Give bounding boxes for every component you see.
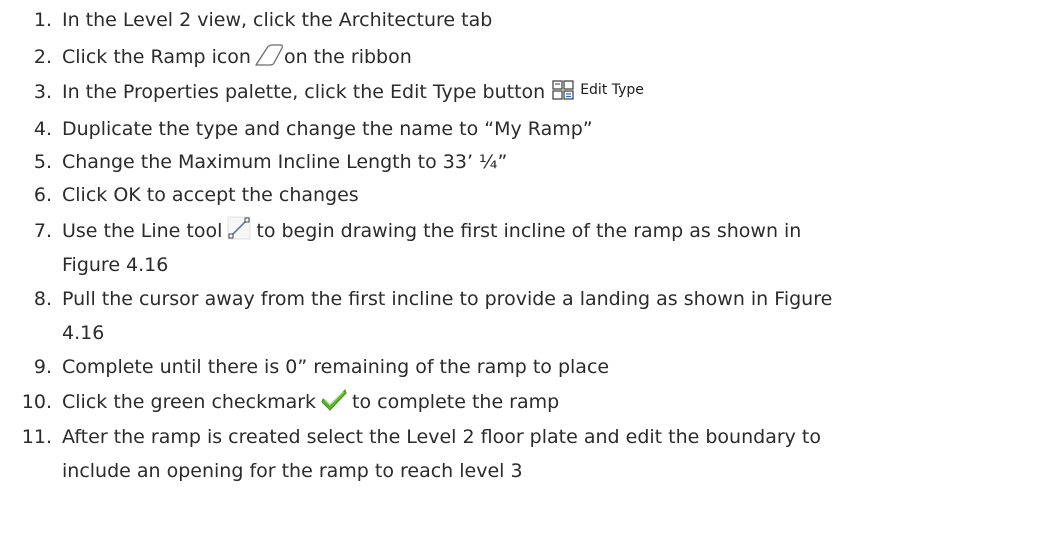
step-content: After the ramp is created select the Lev… — [62, 420, 821, 488]
step-number: 10. — [21, 391, 52, 413]
step-content: In the Properties palette, click the Edi… — [62, 75, 644, 109]
step-content: Click the green checkmark to complete th… — [62, 385, 559, 419]
step-number: 4. — [33, 118, 52, 140]
step-number: 2. — [33, 46, 52, 68]
step-text: Complete until there is 0” remaining of … — [62, 356, 610, 378]
step-text-after: to begin drawing the first incline of th… — [256, 220, 802, 242]
step-text: Change the Maximum Incline Length to 33’… — [62, 151, 508, 173]
step-text: In the Properties palette, click the Edi… — [62, 81, 546, 103]
edit-type-label: Edit Type — [580, 81, 644, 98]
ramp-icon — [254, 42, 284, 68]
step-number: 7. — [33, 220, 52, 242]
step-content: Use the Line tool to begin drawing the f… — [62, 214, 801, 282]
step-text: Click OK to accept the changes — [62, 184, 359, 206]
step-text-continuation: Figure 4.16 — [62, 254, 169, 276]
step-text-continuation: 4.16 — [62, 322, 105, 344]
step-number: 1. — [33, 9, 52, 31]
edit-type-icon: Edit Type — [552, 79, 644, 100]
line-tool-icon — [226, 215, 252, 241]
instruction-list: 1. In the Level 2 view, click the Archit… — [0, 0, 1042, 534]
step-text: Use the Line tool — [62, 220, 223, 242]
step-text: Duplicate the type and change the name t… — [62, 118, 593, 140]
step-text-after: on the ribbon — [283, 46, 412, 68]
step-content: Click the Ramp icon on the ribbon — [62, 40, 412, 74]
step-content: Pull the cursor away from the first incl… — [62, 282, 832, 350]
step-number: 3. — [33, 81, 52, 103]
step-text: In the Level 2 view, click the Architect… — [62, 9, 493, 31]
step-text: Click the Ramp icon — [62, 46, 251, 68]
step-number: 9. — [33, 356, 52, 378]
step-text-after: to complete the ramp — [352, 391, 560, 413]
step-text: Pull the cursor away from the first incl… — [62, 288, 833, 310]
step-number: 5. — [33, 151, 52, 173]
step-text: Click the green checkmark — [62, 391, 317, 413]
step-text-continuation: include an opening for the ramp to reach… — [62, 460, 523, 482]
step-number: 6. — [33, 184, 52, 206]
step-number: 11. — [21, 426, 52, 448]
step-number: 8. — [33, 288, 52, 310]
green-checkmark-icon — [320, 386, 348, 412]
step-text: After the ramp is created select the Lev… — [62, 426, 822, 448]
